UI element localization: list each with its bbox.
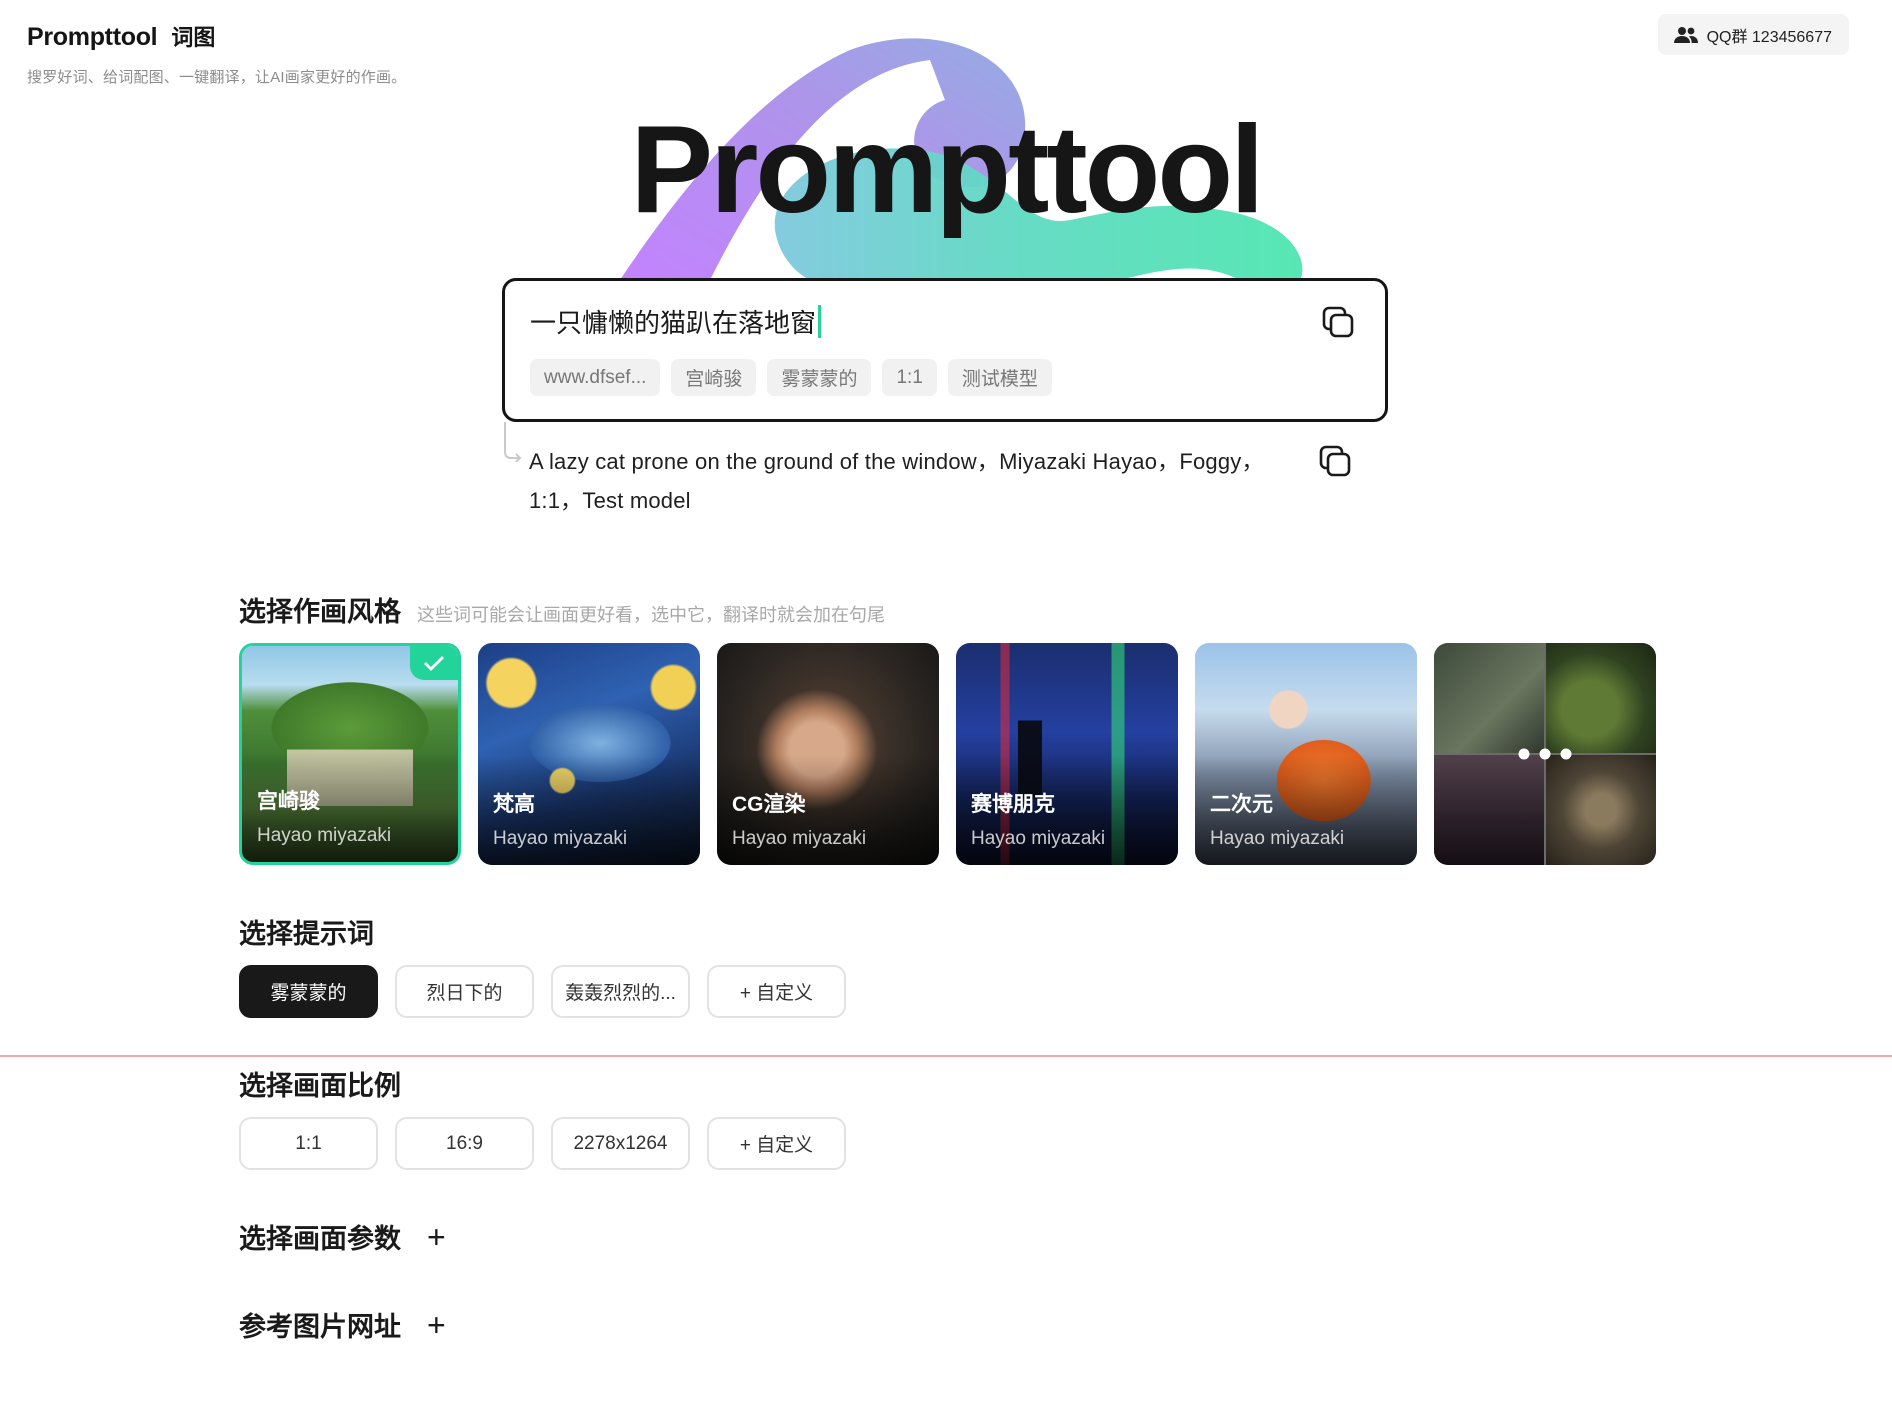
ratio-section-header: 选择画面比例 — [239, 1064, 401, 1103]
translation-text: A lazy cat prone on the ground of the wi… — [529, 449, 1264, 513]
keyword-option[interactable]: 轰轰烈烈的... — [551, 965, 690, 1018]
card-subtitle: Hayao miyazaki — [1210, 828, 1345, 849]
copy-icon — [1322, 306, 1354, 338]
custom-keyword-button[interactable]: + 自定义 — [707, 965, 846, 1018]
card-subtitle: Hayao miyazaki — [971, 828, 1106, 849]
connector-arrow-icon — [504, 422, 522, 462]
style-card-cyberpunk[interactable]: 赛博朋克 Hayao miyazaki — [956, 643, 1178, 865]
style-card-cg[interactable]: CG渲染 Hayao miyazaki — [717, 643, 939, 865]
section-title: 选择作画风格 — [239, 597, 401, 627]
prompt-tag[interactable]: 雾蒙蒙的 — [767, 359, 872, 396]
card-title: 宫崎骏 — [257, 790, 320, 813]
keyword-section-header: 选择提示词 — [239, 912, 374, 951]
brand-subtitle: 搜罗好词、给词配图、一键翻译，让AI画家更好的作画。 — [27, 69, 407, 86]
section-hint: 这些词可能会让画面更好看，选中它，翻译时就会加在句尾 — [417, 605, 885, 625]
card-title: 二次元 — [1210, 793, 1273, 816]
section-title: 选择画面参数 — [239, 1224, 401, 1254]
ratio-option[interactable]: 16:9 — [395, 1117, 534, 1170]
keyword-option[interactable]: 烈日下的 — [395, 965, 534, 1018]
prompt-input[interactable]: 一只慵懒的猫趴在落地窗 — [530, 303, 822, 340]
section-title: 选择画面比例 — [239, 1071, 401, 1101]
ratio-options: 1:1 16:9 2278x1264 + 自定义 — [239, 1117, 846, 1170]
style-section-header: 选择作画风格 这些词可能会让画面更好看，选中它，翻译时就会加在句尾 — [239, 590, 885, 629]
check-icon — [410, 646, 458, 680]
keyword-options: 雾蒙蒙的 烈日下的 轰轰烈烈的... + 自定义 — [239, 965, 846, 1018]
section-title: 选择提示词 — [239, 919, 374, 949]
prompt-tag[interactable]: 宫崎骏 — [671, 359, 757, 396]
copy-icon — [1319, 445, 1351, 477]
card-title: CG渲染 — [732, 793, 806, 816]
qq-group-label: QQ群 123456677 — [1706, 28, 1832, 46]
copy-translation-button[interactable] — [1318, 444, 1352, 478]
prompt-tags: www.dfsef... 宫崎骏 雾蒙蒙的 1:1 测试模型 — [530, 359, 1052, 396]
style-card-miyazaki[interactable]: 宫崎骏 Hayao miyazaki — [239, 643, 461, 865]
prompt-tag[interactable]: 测试模型 — [947, 359, 1052, 396]
qq-group-badge[interactable]: QQ群 123456677 — [1657, 14, 1849, 55]
ref-section-toggle[interactable]: 参考图片网址 + — [239, 1305, 446, 1344]
plus-icon: + — [427, 1219, 446, 1255]
text-caret — [818, 305, 822, 338]
card-subtitle: Hayao miyazaki — [493, 828, 628, 849]
copy-prompt-button[interactable] — [1321, 305, 1355, 339]
ratio-option[interactable]: 2278x1264 — [551, 1117, 690, 1170]
hero-title: Prompttool — [630, 101, 1264, 239]
section-title: 参考图片网址 — [239, 1312, 401, 1342]
prompt-text: 一只慵懒的猫趴在落地窗 — [530, 308, 817, 338]
style-card-anime[interactable]: 二次元 Hayao miyazaki — [1195, 643, 1417, 865]
ratio-option[interactable]: 1:1 — [239, 1117, 378, 1170]
prompt-tag[interactable]: www.dfsef... — [530, 359, 661, 396]
keyword-option[interactable]: 雾蒙蒙的 — [239, 965, 378, 1018]
plus-icon: + — [427, 1307, 446, 1343]
card-subtitle: Hayao miyazaki — [257, 825, 392, 846]
more-dots-icon — [1518, 748, 1572, 760]
card-title: 赛博朋克 — [971, 793, 1055, 816]
style-card-vangogh[interactable]: 梵高 Hayao miyazaki — [478, 643, 700, 865]
divider — [0, 1055, 1892, 1057]
group-icon — [1673, 26, 1698, 44]
custom-ratio-button[interactable]: + 自定义 — [707, 1117, 846, 1170]
style-card-more[interactable] — [1434, 643, 1656, 865]
style-cards: 宫崎骏 Hayao miyazaki 梵高 Hayao miyazaki CG渲… — [239, 643, 1656, 865]
card-title: 梵高 — [493, 793, 535, 816]
brand-cn-name: 词图 — [171, 25, 216, 50]
prompt-input-box[interactable]: 一只慵懒的猫趴在落地窗 www.dfsef... 宫崎骏 雾蒙蒙的 1:1 测试… — [502, 278, 1388, 422]
card-subtitle: Hayao miyazaki — [732, 828, 867, 849]
brand-block: Prompttool 词图 搜罗好词、给词配图、一键翻译，让AI画家更好的作画。 — [27, 20, 406, 87]
brand-name[interactable]: Prompttool — [27, 23, 158, 52]
prompt-tag[interactable]: 1:1 — [882, 359, 937, 396]
params-section-toggle[interactable]: 选择画面参数 + — [239, 1217, 446, 1256]
